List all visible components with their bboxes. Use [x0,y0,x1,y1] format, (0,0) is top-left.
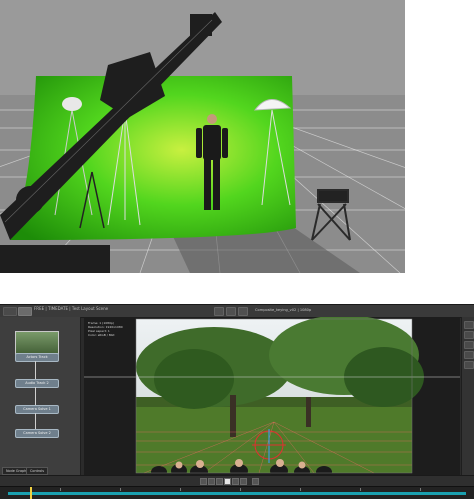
go-end-icon[interactable] [240,478,247,485]
timeline-tick [420,488,421,491]
tool-move-icon[interactable] [464,331,474,339]
viewer-panel[interactable]: Frame: 1 (1080p) Resolution: 1920x1080 P… [84,317,460,475]
node-audio-track[interactable]: Audio Track 2 [15,379,59,388]
node-link [35,413,36,429]
timeline-tick [240,488,241,491]
timeline-tick [120,488,121,491]
tool-rotate-icon[interactable] [464,341,474,349]
node-camera-solve-2[interactable]: Camera Solve 2 [15,429,59,438]
go-start-icon[interactable] [200,478,207,485]
transport-bar [0,475,474,486]
menu-node-button[interactable] [18,307,32,316]
playhead[interactable] [30,487,32,499]
play-icon[interactable] [224,478,231,485]
node-link [35,361,36,379]
viewer-title: Composite_keying_v02 | 1080p [255,308,312,312]
step-forward-icon[interactable] [232,478,239,485]
timeline-track[interactable] [8,492,466,495]
node-graph-panel[interactable]: Actors Track Audio Track 2 Camera Solve … [0,317,81,475]
studio-scene-graphic [0,12,405,273]
node-link [35,387,36,405]
studio-render [0,0,405,273]
play-reverse-icon[interactable] [216,478,223,485]
settings-icon[interactable] [226,307,236,316]
tool-scale-icon[interactable] [464,351,474,359]
tool-grid-icon[interactable] [464,361,474,369]
compositing-app-window: FREE | TIMEDATE | Test Layout Scene Comp… [0,304,474,499]
tab-controls[interactable]: Controls [26,467,49,475]
viewer-toolbar [461,317,474,475]
app-title: FREE | TIMEDATE | Test Layout Scene [34,306,109,311]
node-actors-track[interactable]: Actors Track [15,353,59,362]
menu-file-button[interactable] [3,307,17,316]
step-back-icon[interactable] [208,478,215,485]
viewer-info-overlay: Frame: 1 (1080p) Resolution: 1920x1080 P… [88,321,123,337]
loop-icon[interactable] [252,478,259,485]
timeline-tick [60,488,61,491]
node-camera-solve-1[interactable]: Camera Solve 1 [15,405,59,414]
viewer-image [84,317,460,475]
timeline-tick [180,488,181,491]
timeline-tick [360,488,361,491]
timeline-tick [300,488,301,491]
layout-icon[interactable] [238,307,248,316]
timeline[interactable] [0,486,474,499]
tool-select-icon[interactable] [464,321,474,329]
snapshot-icon[interactable] [214,307,224,316]
